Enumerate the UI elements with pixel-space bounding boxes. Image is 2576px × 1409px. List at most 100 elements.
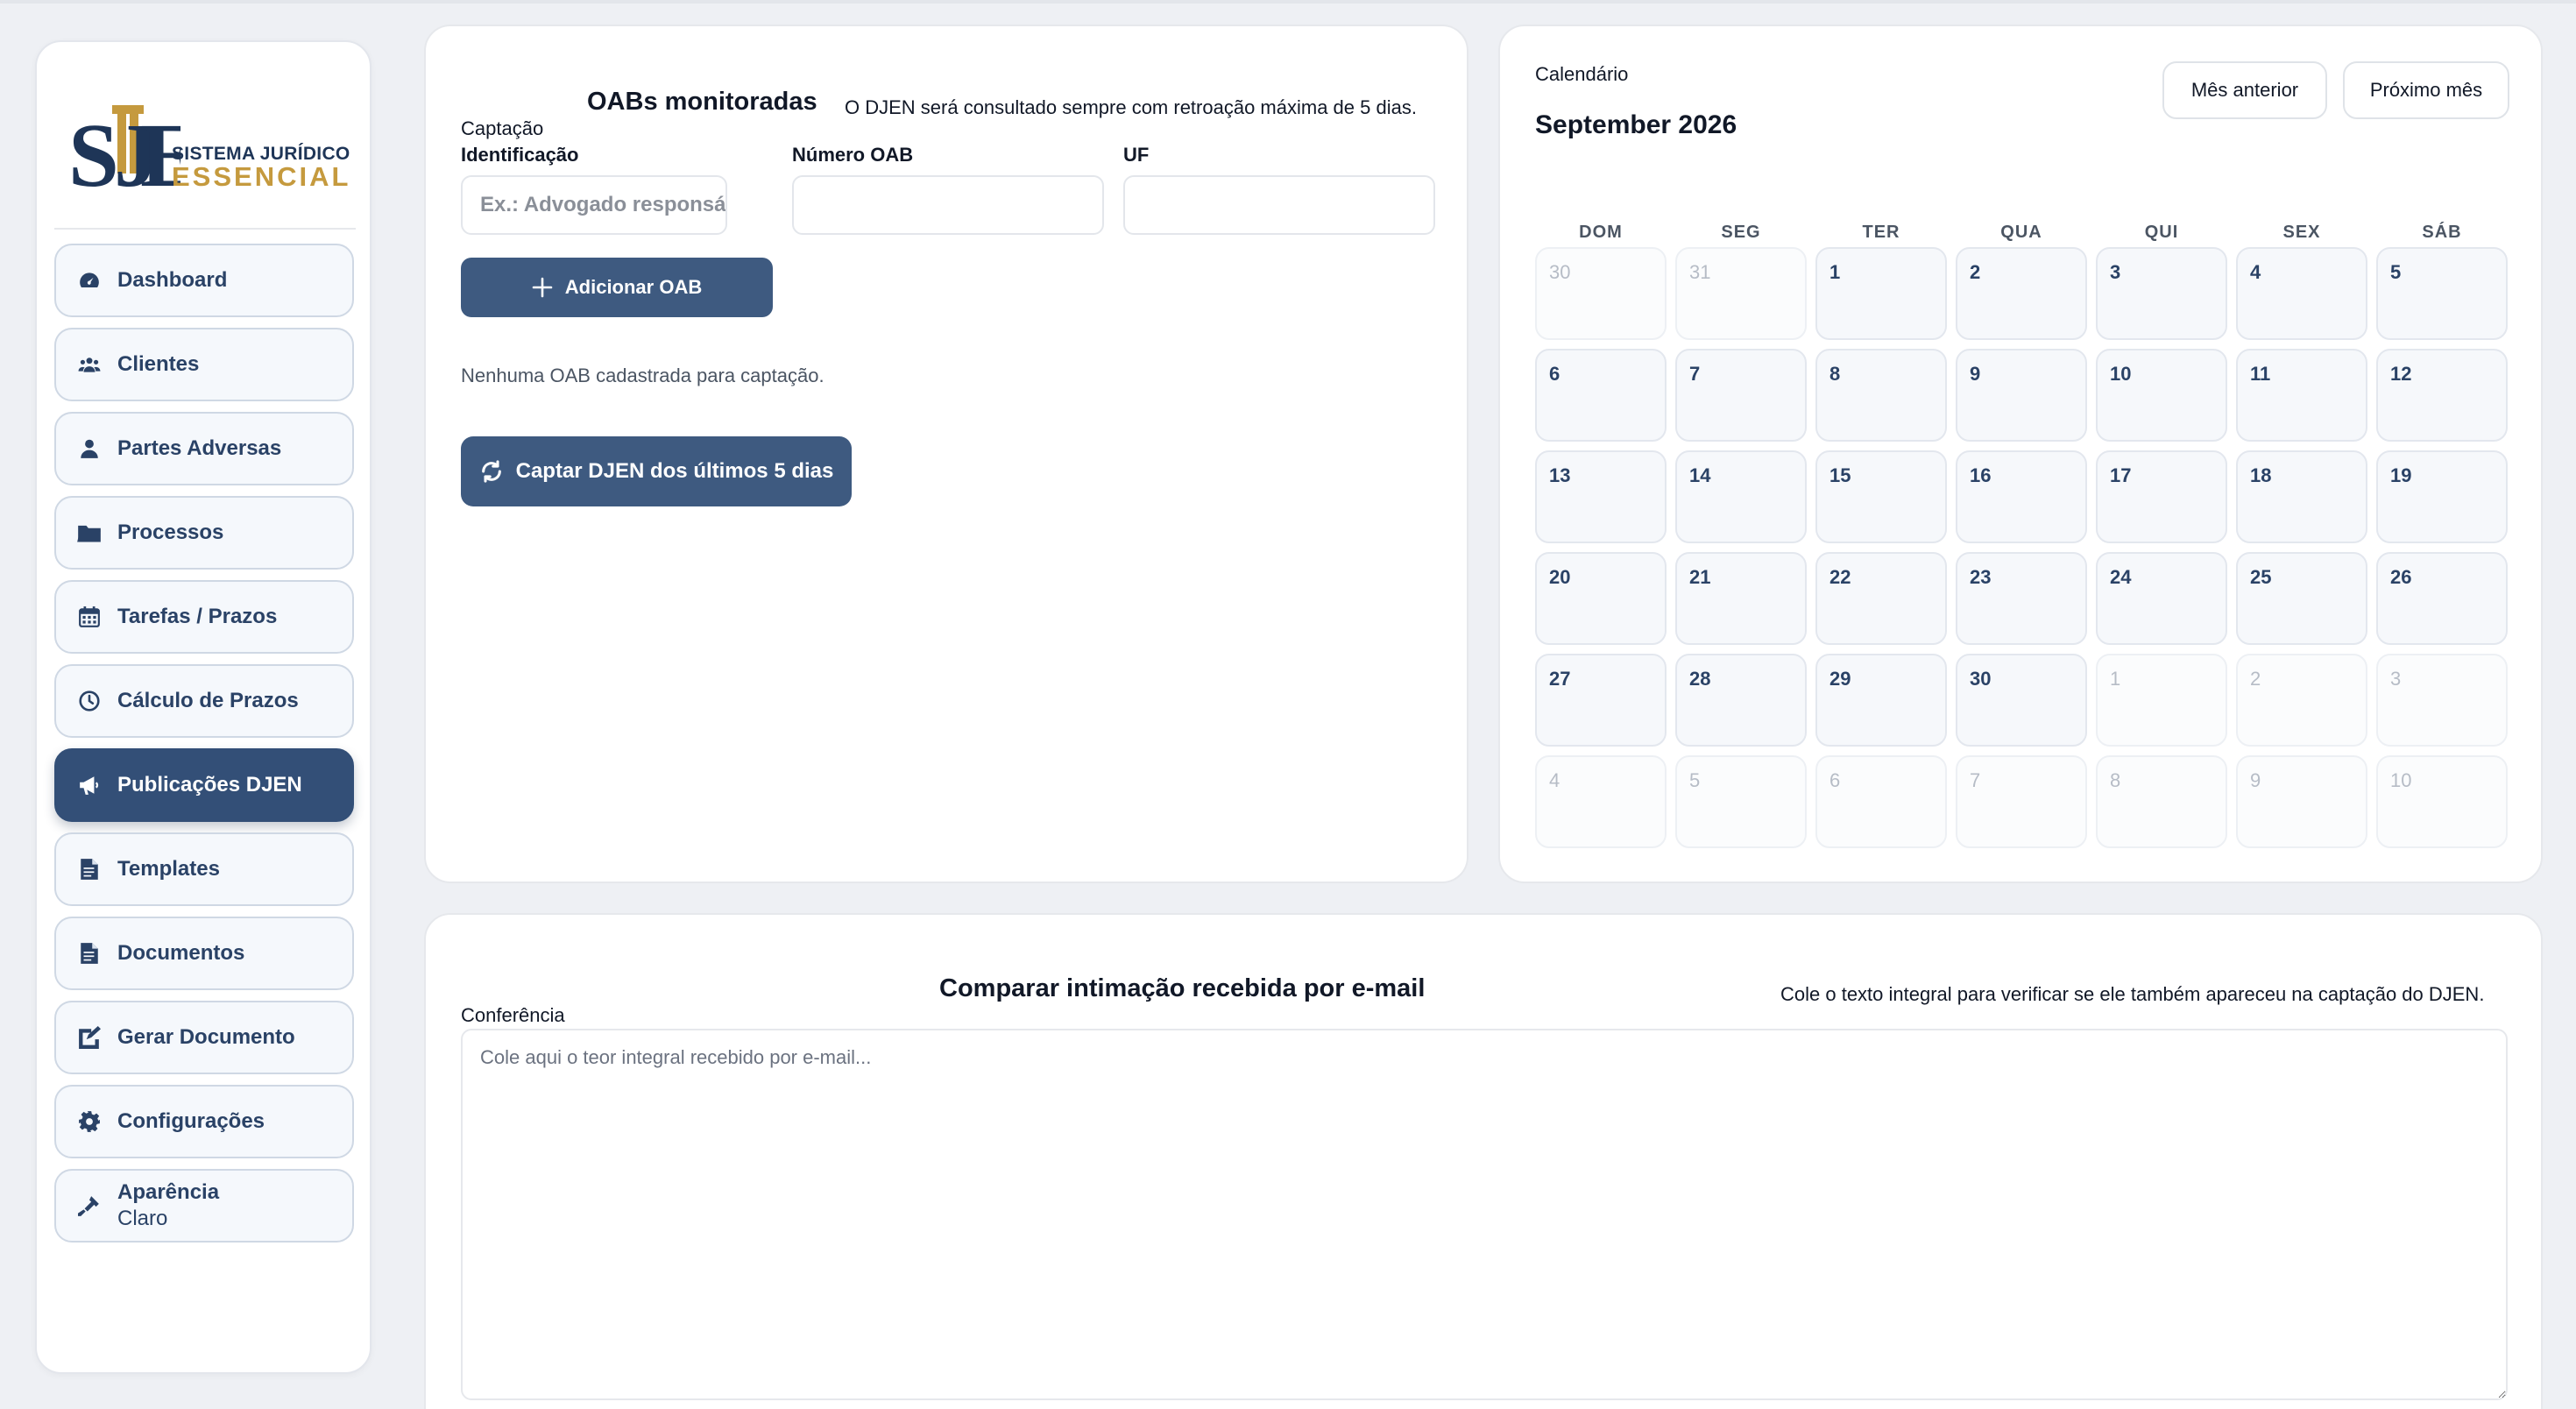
- sidebar-item-label: Documentos: [117, 941, 245, 965]
- captar-djen-button[interactable]: Captar DJEN dos últimos 5 dias: [461, 436, 852, 506]
- sidebar-item-documentos[interactable]: Documentos: [54, 917, 354, 990]
- calendar-day[interactable]: 30: [1956, 654, 2087, 747]
- sidebar-item-gerar-documento[interactable]: Gerar Documento: [54, 1001, 354, 1074]
- sidebar-item-templates[interactable]: Templates: [54, 832, 354, 906]
- weekday-header: DOM SEG TER QUA QUI SEX SÁB: [1535, 223, 2508, 243]
- calendar-day[interactable]: 10: [2096, 349, 2227, 442]
- sidebar-item-clientes[interactable]: Clientes: [54, 328, 354, 401]
- document-icon: [77, 857, 102, 882]
- document-icon: [77, 941, 102, 966]
- conferencia-card: Conferência Comparar intimação recebida …: [424, 913, 2543, 1409]
- calendar-day[interactable]: 5: [2376, 247, 2508, 340]
- oab-empty-message: Nenhuma OAB cadastrada para captação.: [461, 365, 824, 386]
- appearance-value: Claro: [117, 1207, 168, 1230]
- sidebar-nav: Dashboard Clientes Partes Adversas Proce…: [54, 244, 354, 1253]
- user-icon: [77, 436, 102, 461]
- add-oab-button[interactable]: Adicionar OAB: [461, 258, 773, 317]
- identificacao-input[interactable]: [461, 175, 727, 235]
- calendar-day[interactable]: 28: [1675, 654, 1807, 747]
- svg-text:S: S: [68, 105, 119, 193]
- calendar-day-outside-month[interactable]: 3: [2376, 654, 2508, 747]
- previous-month-button[interactable]: Mês anterior: [2162, 61, 2327, 119]
- sidebar-item-label: Cálculo de Prazos: [117, 689, 299, 712]
- add-oab-label: Adicionar OAB: [564, 276, 703, 298]
- appearance-labels: Aparência Claro: [117, 1179, 219, 1232]
- calendar-day[interactable]: 14: [1675, 450, 1807, 543]
- sidebar-item-processos[interactable]: Processos: [54, 496, 354, 570]
- calendar-day[interactable]: 24: [2096, 552, 2227, 645]
- calendar-day[interactable]: 8: [1815, 349, 1947, 442]
- calendar-day[interactable]: 9: [1956, 349, 2087, 442]
- calendar-day[interactable]: 16: [1956, 450, 2087, 543]
- users-icon: [77, 352, 102, 377]
- sidebar-item-label: Publicações DJEN: [117, 773, 302, 797]
- calendar-section-label: Calendário: [1535, 63, 1629, 85]
- calendar-icon: [77, 605, 102, 629]
- sidebar-item-tarefas-prazos[interactable]: Tarefas / Prazos: [54, 580, 354, 654]
- calendar-card: Calendário September 2026 Mês anterior P…: [1498, 25, 2543, 883]
- sje-logo-mark: S J E: [68, 105, 180, 193]
- sidebar-item-partes-adversas[interactable]: Partes Adversas: [54, 412, 354, 485]
- calendar-day-outside-month[interactable]: 30: [1535, 247, 1667, 340]
- weekday-label: QUI: [2144, 223, 2179, 242]
- calendar-day[interactable]: 15: [1815, 450, 1947, 543]
- sidebar-item-label: Configurações: [117, 1109, 265, 1133]
- next-month-button[interactable]: Próximo mês: [2343, 61, 2509, 119]
- email-text-input[interactable]: [461, 1029, 2508, 1400]
- calendar-day-outside-month[interactable]: 6: [1815, 755, 1947, 848]
- sidebar-item-label: Dashboard: [117, 268, 228, 292]
- sidebar-item-label: Gerar Documento: [117, 1025, 295, 1049]
- sidebar-item-publicacoes-djen[interactable]: Publicações DJEN: [54, 748, 354, 822]
- compare-title: Comparar intimação recebida por e-mail: [939, 974, 1426, 1002]
- calendar-day[interactable]: 22: [1815, 552, 1947, 645]
- calendar-grid: 30 31 1 2 3 4 5 6 7 8 9 10 11 12 13 14 15 16 17 18 19 20 21 22 2…: [1535, 247, 2508, 848]
- calendar-day-outside-month[interactable]: 9: [2236, 755, 2367, 848]
- calendar-day[interactable]: 6: [1535, 349, 1667, 442]
- sidebar-item-dashboard[interactable]: Dashboard: [54, 244, 354, 317]
- calendar-day[interactable]: 13: [1535, 450, 1667, 543]
- folder-icon: [77, 520, 102, 545]
- plus-icon: [532, 277, 553, 298]
- captacao-card: Captação OABs monitoradas O DJEN será co…: [424, 25, 1468, 883]
- calendar-day[interactable]: 11: [2236, 349, 2367, 442]
- calendar-day[interactable]: 18: [2236, 450, 2367, 543]
- calendar-day[interactable]: 19: [2376, 450, 2508, 543]
- sidebar-item-calculo-prazos[interactable]: Cálculo de Prazos: [54, 664, 354, 738]
- brand-logo: S J E SISTEMA JURÍDICO ESSENCIAL: [67, 88, 356, 193]
- calendar-day[interactable]: 20: [1535, 552, 1667, 645]
- calendar-day-outside-month[interactable]: 31: [1675, 247, 1807, 340]
- sidebar-item-label: Partes Adversas: [117, 436, 282, 460]
- calendar-day[interactable]: 3: [2096, 247, 2227, 340]
- numero-oab-input[interactable]: [792, 175, 1104, 235]
- calendar-day-outside-month[interactable]: 8: [2096, 755, 2227, 848]
- calendar-day[interactable]: 7: [1675, 349, 1807, 442]
- calendar-day[interactable]: 12: [2376, 349, 2508, 442]
- captacao-note: O DJEN será consultado sempre com retroa…: [845, 96, 1417, 118]
- sidebar-item-configuracoes[interactable]: Configurações: [54, 1085, 354, 1158]
- weekday-label: QUA: [2000, 223, 2042, 242]
- sidebar: S J E SISTEMA JURÍDICO ESSENCIAL Dashboa…: [35, 40, 372, 1374]
- calendar-day[interactable]: 27: [1535, 654, 1667, 747]
- captacao-section-label: Captação: [461, 117, 544, 139]
- calendar-day-outside-month[interactable]: 4: [1535, 755, 1667, 848]
- sidebar-item-label: Clientes: [117, 352, 200, 376]
- calendar-day[interactable]: 17: [2096, 450, 2227, 543]
- calendar-day[interactable]: 1: [1815, 247, 1947, 340]
- sidebar-item-label: Tarefas / Prazos: [117, 605, 278, 628]
- calendar-day[interactable]: 4: [2236, 247, 2367, 340]
- calendar-day[interactable]: 21: [1675, 552, 1807, 645]
- calendar-day[interactable]: 26: [2376, 552, 2508, 645]
- calendar-day-outside-month[interactable]: 10: [2376, 755, 2508, 848]
- uf-input[interactable]: [1123, 175, 1435, 235]
- calendar-day-outside-month[interactable]: 2: [2236, 654, 2367, 747]
- calendar-day-outside-month[interactable]: 1: [2096, 654, 2227, 747]
- calendar-day[interactable]: 23: [1956, 552, 2087, 645]
- weekday-label: SÁB: [2422, 223, 2462, 242]
- calendar-day-outside-month[interactable]: 7: [1956, 755, 2087, 848]
- calendar-day[interactable]: 2: [1956, 247, 2087, 340]
- calendar-day[interactable]: 25: [2236, 552, 2367, 645]
- calendar-day-outside-month[interactable]: 5: [1675, 755, 1807, 848]
- sidebar-item-aparencia[interactable]: Aparência Claro: [54, 1169, 354, 1243]
- calendar-month-title: September 2026: [1535, 110, 1737, 139]
- calendar-day[interactable]: 29: [1815, 654, 1947, 747]
